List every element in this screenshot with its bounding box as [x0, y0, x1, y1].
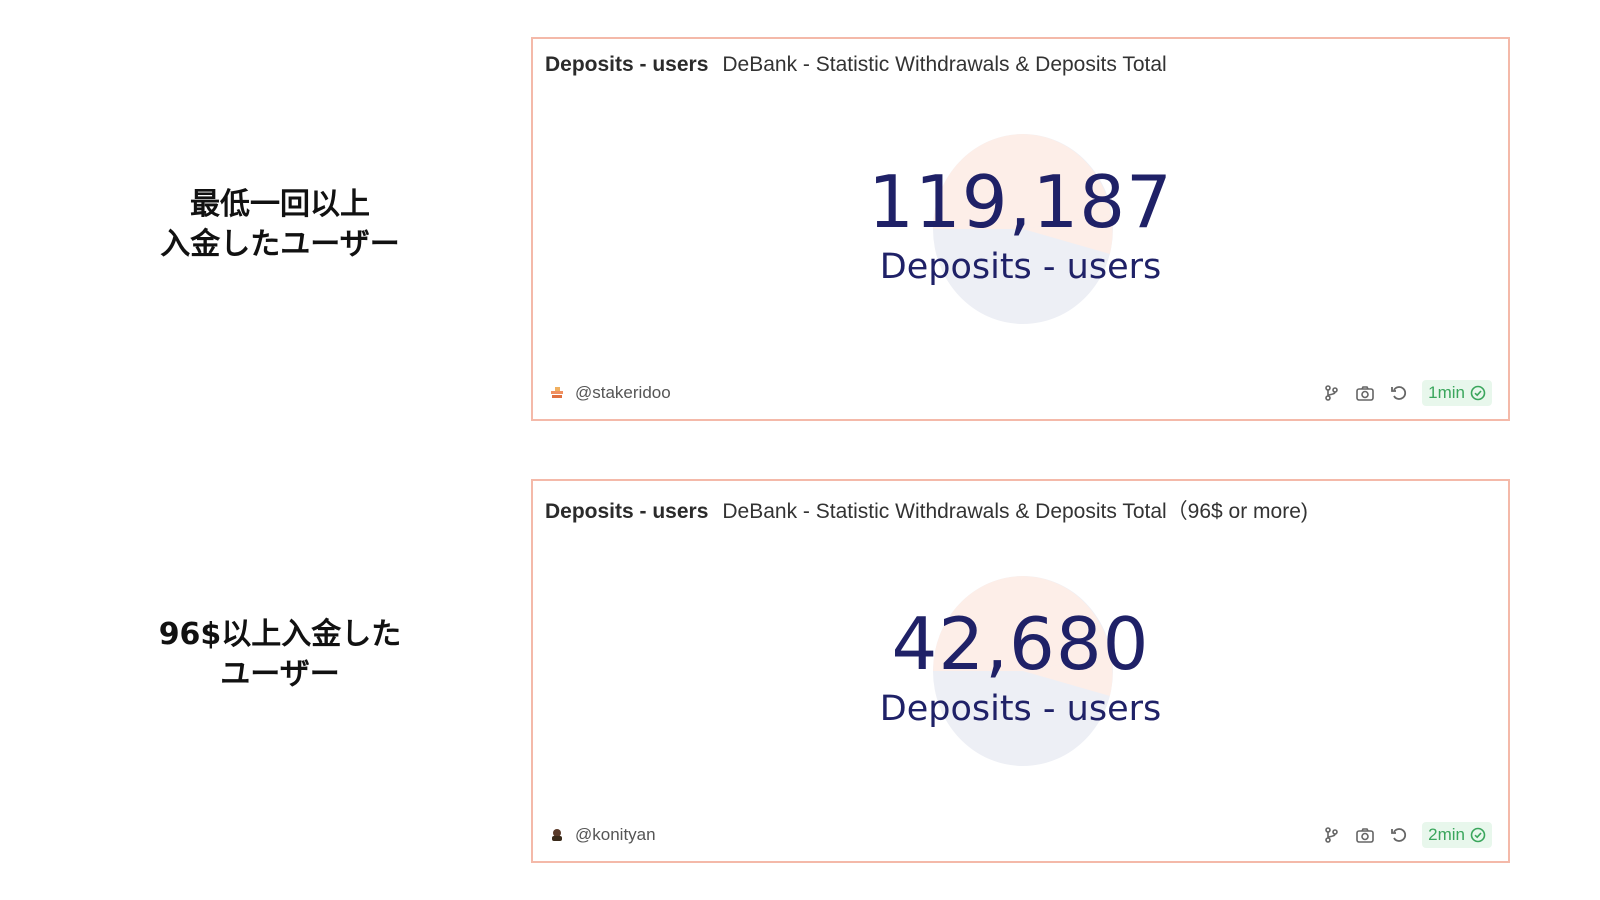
check-circle-icon: [1470, 827, 1486, 843]
card-footer: @stakeridoo 1min: [549, 379, 1492, 407]
fork-icon[interactable]: [1320, 382, 1342, 404]
dashboard-title: DeBank - Statistic Withdrawals & Deposit…: [722, 500, 1308, 523]
counter-visualization: 42,680 Deposits - users: [533, 551, 1508, 781]
camera-icon[interactable]: [1354, 382, 1376, 404]
counter-label: Deposits - users: [879, 689, 1162, 729]
counter-value: 119,187: [868, 160, 1173, 244]
counter-card-1: Deposits - users DeBank - Statistic Withd…: [531, 37, 1510, 421]
annotation-line: 96$以上入金した: [158, 617, 402, 652]
counter-card-2: Deposits - users DeBank - Statistic Withd…: [531, 479, 1510, 863]
card-actions: 1min: [1308, 379, 1492, 407]
refresh-time: 2min: [1428, 825, 1465, 844]
annotation-line: 最低一回以上: [190, 187, 370, 222]
annotation-label-1: 最低一回以上 入金したユーザー: [80, 185, 480, 265]
dashboard-title: DeBank - Statistic Withdrawals & Deposit…: [722, 53, 1167, 76]
annotation-line: ユーザー: [220, 657, 340, 692]
author-name: @stakeridoo: [575, 383, 671, 402]
counter-label: Deposits - users: [879, 247, 1162, 287]
card-actions: 2min: [1308, 821, 1492, 849]
avatar: [549, 385, 565, 401]
card-footer: @konityan 2min: [549, 821, 1492, 849]
card-header: Deposits - users DeBank - Statistic Withd…: [545, 495, 1308, 525]
query-title-link[interactable]: Deposits - users: [545, 53, 708, 76]
counter-visualization: 119,187 Deposits - users: [533, 109, 1508, 339]
counter-value: 42,680: [891, 602, 1150, 686]
annotation-line: 入金したユーザー: [160, 227, 400, 262]
refresh-status-badge[interactable]: 2min: [1422, 822, 1492, 848]
refresh-time: 1min: [1428, 383, 1465, 402]
query-title-link[interactable]: Deposits - users: [545, 500, 708, 523]
fork-icon[interactable]: [1320, 824, 1342, 846]
author-name: @konityan: [575, 825, 656, 844]
card-header: Deposits - users DeBank - Statistic Withd…: [545, 53, 1167, 77]
refresh-status-badge[interactable]: 1min: [1422, 380, 1492, 406]
author-link[interactable]: @konityan: [549, 821, 656, 849]
annotation-label-2: 96$以上入金した ユーザー: [80, 615, 480, 695]
camera-icon[interactable]: [1354, 824, 1376, 846]
author-link[interactable]: @stakeridoo: [549, 379, 671, 407]
avatar: [549, 827, 565, 843]
refresh-icon[interactable]: [1388, 824, 1410, 846]
check-circle-icon: [1470, 385, 1486, 401]
refresh-icon[interactable]: [1388, 382, 1410, 404]
